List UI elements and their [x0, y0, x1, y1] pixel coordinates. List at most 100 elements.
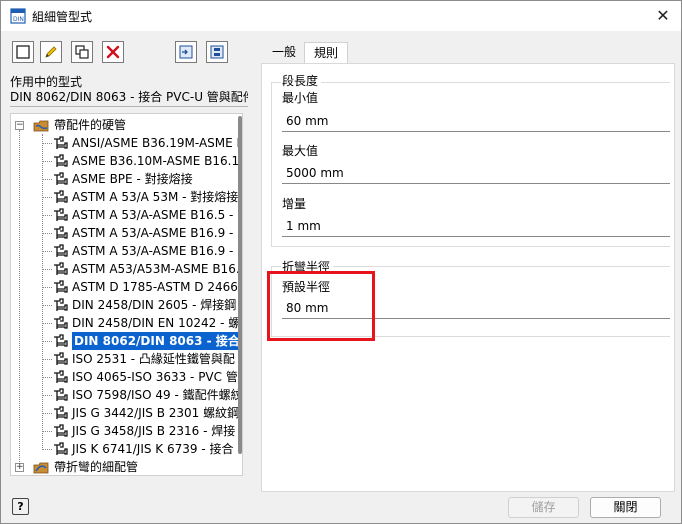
pipe-fitting-icon — [54, 226, 68, 239]
pipe-fitting-icon — [54, 280, 68, 293]
increment-label: 增量 — [282, 197, 307, 211]
tree-item-label: ISO 4065-ISO 3633 - PVC 管 — [72, 370, 238, 384]
min-value-label: 最小值 — [282, 91, 319, 105]
new-icon — [16, 45, 30, 59]
tree-connector — [42, 233, 52, 234]
tree-connector — [42, 197, 52, 198]
tree-item-label: JIS G 3442/JIS B 2301 螺紋鋼 — [72, 406, 240, 420]
tree-scrollbar[interactable] — [238, 116, 242, 454]
expand-icon[interactable]: + — [15, 463, 24, 472]
min-value-field[interactable]: 60 mm — [282, 110, 670, 132]
window-title: 組細管型式 — [32, 10, 93, 24]
edit-icon — [45, 46, 57, 58]
group-border — [271, 82, 272, 246]
delete-style-button[interactable] — [102, 41, 124, 63]
max-value-field[interactable]: 5000 mm — [282, 162, 670, 184]
tree-connector — [42, 341, 52, 342]
pipe-fitting-icon — [54, 136, 68, 149]
pipe-fitting-icon — [54, 442, 68, 455]
pipe-fitting-icon — [54, 262, 68, 275]
tree-connector — [42, 413, 52, 414]
pipe-fitting-icon — [54, 388, 68, 401]
tab-general[interactable]: 一般 — [265, 42, 303, 63]
increment-field[interactable]: 1 mm — [282, 215, 670, 237]
tree-connector — [42, 359, 52, 360]
highlight-box — [267, 271, 375, 341]
tree-connector — [42, 269, 52, 270]
tree-connector — [42, 377, 52, 378]
pipe-fitting-icon — [54, 316, 68, 329]
import-style-button[interactable] — [175, 41, 197, 63]
pipe-fitting-icon — [54, 190, 68, 203]
app-icon: DIN — [10, 8, 26, 24]
tree-item-label: ASME BPE - 對接熔接 — [72, 172, 193, 186]
tab-rules[interactable]: 規則 — [304, 42, 348, 64]
tree-item-label: ISO 7598/ISO 49 - 鐵配件螺紋 — [72, 388, 243, 402]
title-bar: DIN 組細管型式 ✕ — [1, 1, 681, 31]
pipe-fitting-icon — [54, 424, 68, 437]
pipe-fitting-icon — [54, 334, 68, 347]
tree-root-label: 帶配件的硬管 — [54, 118, 127, 132]
tree-item-label: JIS K 6741/JIS K 6739 - 接合 — [72, 442, 234, 456]
tree-connector — [42, 287, 52, 288]
edit-style-button[interactable] — [40, 41, 62, 63]
save-button[interactable]: 儲存 — [508, 497, 579, 518]
tree-connector — [42, 134, 43, 448]
pipe-fitting-icon — [54, 208, 68, 221]
pipe-fitting-icon — [54, 154, 68, 167]
import-icon — [179, 45, 193, 59]
tree-connector — [42, 395, 52, 396]
dialog-window: DIN 組細管型式 ✕ 作用中的型式 DIN 8062/DIN 8063 - 接… — [0, 0, 682, 524]
tree-connector — [19, 130, 20, 468]
group-border — [271, 82, 281, 83]
current-style-value: DIN 8062/DIN 8063 - 接合 PVC-U 管與配件 — [10, 88, 248, 107]
pipe-fitting-icon — [54, 370, 68, 383]
tree-item-label: ASTM A53/A53M-ASME B16. — [72, 262, 240, 276]
tree-connector — [42, 179, 52, 180]
tree-item-label: ASTM A 53/A 53M - 對接熔接 — [72, 190, 239, 204]
tree-connector — [42, 449, 52, 450]
delete-icon — [106, 45, 120, 59]
pipe-fitting-icon — [54, 172, 68, 185]
collapse-icon[interactable]: − — [15, 121, 24, 130]
tree-connector — [42, 431, 52, 432]
group-border — [271, 246, 670, 247]
group-border — [321, 82, 670, 83]
folder-tube-icon — [33, 462, 49, 474]
export-style-button[interactable] — [206, 41, 228, 63]
pipe-fitting-icon — [54, 406, 68, 419]
tree-item-label: ASTM A 53/A-ASME B16.5 - — [72, 208, 234, 222]
close-button[interactable]: 關閉 — [590, 497, 661, 518]
pipe-fitting-icon — [54, 352, 68, 365]
tree-item-label: DIN 8062/DIN 8063 - 接合 — [72, 332, 242, 350]
copy-style-button[interactable] — [71, 41, 93, 63]
tree-connector — [42, 161, 52, 162]
export-icon — [210, 45, 224, 59]
tree-connector — [42, 143, 52, 144]
group-border — [271, 266, 281, 267]
tree-connector — [42, 305, 52, 306]
close-icon[interactable]: ✕ — [651, 4, 675, 28]
tree-second-root-label: 帶折彎的細配管 — [54, 460, 139, 474]
tree-connector — [42, 215, 52, 216]
copy-icon — [75, 45, 89, 59]
tree-item-label: DIN 2458/DIN EN 10242 - 螺 — [72, 316, 241, 330]
tree-item-label: ANSI/ASME B36.19M-ASME B — [72, 136, 243, 150]
tree-connector — [42, 323, 52, 324]
group-border — [333, 266, 670, 267]
segment-length-group-label: 段長度 — [282, 74, 319, 88]
tree-item-label: ASTM D 1785-ASTM D 2466 — [72, 280, 238, 294]
tree-item-label: DIN 2458/DIN 2605 - 焊接鋼 — [72, 298, 237, 312]
style-tree[interactable]: − 帶配件的硬管 ANSI/ASME B36.19M-ASME B ASME B3… — [10, 113, 243, 476]
tree-item-label: ISO 2531 - 凸緣延性鐵管與配 — [72, 352, 235, 366]
help-button[interactable]: ? — [12, 498, 29, 515]
new-style-button[interactable] — [12, 41, 34, 63]
max-value-label: 最大值 — [282, 144, 319, 158]
folder-pipe-icon — [33, 120, 49, 132]
pipe-fitting-icon — [54, 244, 68, 257]
tree-item-label: JIS G 3458/JIS B 2316 - 焊接 — [72, 424, 236, 438]
pipe-fitting-icon — [54, 298, 68, 311]
tree-item-label: ASTM A 53/A-ASME B16.9 - — [72, 244, 234, 258]
tree-connector — [42, 251, 52, 252]
tree-item-label: ASTM A 53/A-ASME B16.9 - — [72, 226, 234, 240]
